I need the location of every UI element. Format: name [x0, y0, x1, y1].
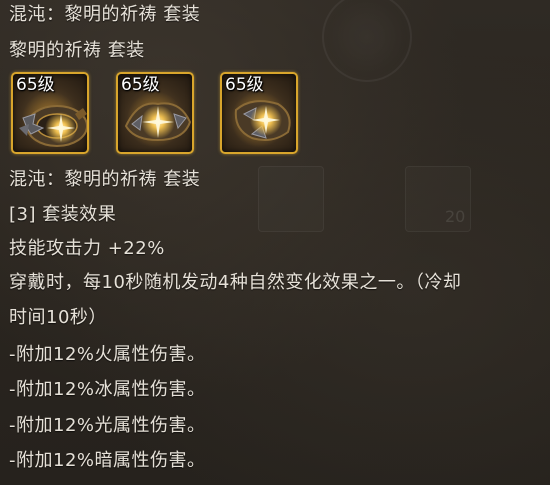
background-number: 20 — [445, 207, 466, 226]
set-item-slot-2[interactable]: 65级 — [116, 72, 194, 154]
set-title: 混沌：黎明的祈祷 套装 — [9, 4, 201, 25]
item-level: 65级 — [225, 75, 264, 95]
effect-line: -附加12%暗属性伤害。 — [9, 450, 206, 471]
effect-line: -附加12%冰属性伤害。 — [9, 379, 206, 400]
effect-line: -附加12%光属性伤害。 — [9, 415, 206, 436]
effect-line: 技能攻击力 +22% — [9, 238, 165, 259]
set-item-slot-3[interactable]: 65级 — [220, 72, 298, 154]
background-slot — [258, 166, 324, 232]
set-name: 黎明的祈祷 套装 — [9, 40, 145, 61]
set-effect-header: [3] 套装效果 — [9, 204, 117, 225]
effect-line: 穿戴时，每10秒随机发动4种自然变化效果之一。（冷却 — [9, 272, 462, 293]
set-subtitle: 混沌：黎明的祈祷 套装 — [9, 169, 201, 190]
item-tooltip: 20 混沌：黎明的祈祷 套装 黎明的祈祷 套装 65级 65级 65级 混沌：黎… — [0, 0, 550, 485]
effect-line: 时间10秒） — [9, 307, 107, 328]
set-item-slot-1[interactable]: 65级 — [11, 72, 89, 154]
set-item-icons: 65级 65级 65级 — [9, 72, 309, 158]
item-level: 65级 — [16, 75, 55, 95]
background-emblem — [322, 0, 412, 82]
item-level: 65级 — [121, 75, 160, 95]
effect-line: -附加12%火属性伤害。 — [9, 344, 206, 365]
